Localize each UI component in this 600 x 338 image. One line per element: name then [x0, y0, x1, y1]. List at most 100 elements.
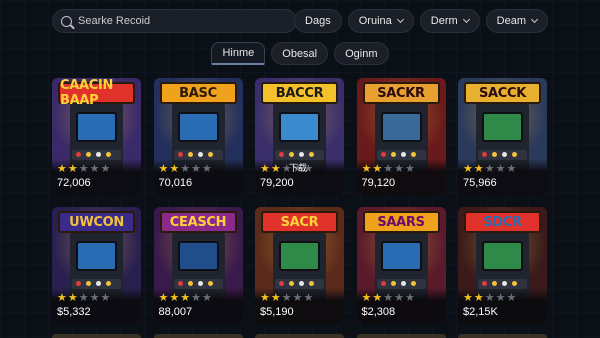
arcade-button-icon	[299, 281, 304, 286]
arcade-button-icon	[177, 152, 183, 157]
arcade-button-icon	[482, 281, 487, 286]
tab-label: Hinme	[222, 47, 255, 59]
cabinet-screen	[380, 112, 422, 142]
star-icon: ★	[169, 162, 180, 175]
game-grid: CAACIN BAAP ★ ★ ★ ★ ★ 72,006 BASC ★ ★ ★ ★ ★ 70,016 BAC…	[52, 78, 547, 324]
card-info: ★ ★ ★ ★ ★ $5,190	[255, 288, 344, 324]
game-title-marquee: UWCON	[58, 211, 135, 233]
star-icon: ★	[463, 291, 473, 304]
tab-label: Obesal	[282, 47, 318, 60]
chevron-down-icon	[396, 15, 404, 24]
filter-derm-dropdown[interactable]: Derm	[419, 9, 480, 33]
arcade-button-icon	[76, 152, 81, 157]
arcade-button-icon	[492, 281, 497, 286]
arcade-button-icon	[502, 152, 507, 157]
cabinet-screen	[380, 241, 422, 271]
rating-stars: ★ ★ ★ ★ ★	[57, 163, 136, 174]
arcade-button-icon	[197, 152, 203, 157]
star-icon: ★	[303, 291, 314, 304]
price-label: 75,966	[463, 177, 497, 189]
arcade-button-icon	[410, 281, 416, 286]
star-icon: ★	[180, 162, 191, 175]
star-icon: ★	[191, 291, 201, 304]
filter-oruina-dropdown[interactable]: Oruina	[347, 9, 414, 33]
card-info: ★ ★ ★ ★ ★ $2,308	[356, 288, 446, 324]
filter-label: Dags	[305, 15, 331, 27]
arcade-button-icon	[380, 281, 386, 286]
arcade-button-icon	[86, 281, 91, 286]
star-icon: ★	[405, 162, 415, 175]
star-icon: ★	[260, 291, 270, 304]
star-icon: ★	[100, 162, 111, 175]
star-icon: ★	[260, 162, 270, 175]
card-info: ★ ★ ★ ★ ★ $2,15K	[458, 288, 547, 324]
star-icon: ★	[394, 291, 404, 304]
arcade-button-icon	[96, 152, 101, 157]
arcade-button-icon	[309, 281, 314, 286]
star-icon: ★	[361, 291, 372, 304]
filter-deam-dropdown[interactable]: Deam	[485, 9, 548, 33]
game-card[interactable]: SDCR ★ ★ ★ ★ ★ $2,15K	[458, 207, 547, 324]
game-card[interactable]: SACKR ★ ★ ★ ★ ★ 79,120	[356, 78, 446, 195]
cabinet-screen	[177, 241, 219, 271]
rating-stars: ★ ★ ★ ★ ★	[260, 292, 339, 303]
star-icon: ★	[67, 291, 78, 304]
tab-obesal[interactable]: Obesal	[271, 42, 329, 65]
tab-label: Oginm	[345, 47, 378, 60]
star-icon: ★	[495, 162, 506, 175]
arcade-button-icon	[410, 152, 416, 157]
next-row-peek	[52, 334, 547, 338]
game-card[interactable]: CAACIN BAAP ★ ★ ★ ★ ★ 72,006	[52, 78, 141, 195]
star-icon: ★	[191, 162, 201, 175]
arcade-button-icon	[482, 152, 487, 157]
star-icon: ★	[158, 291, 169, 304]
search-input[interactable]	[78, 15, 278, 27]
arcade-button-icon	[86, 152, 91, 157]
game-card[interactable]: BACCR ★ ★ ★ ★ ★ 下载 79,200	[255, 78, 344, 195]
star-icon: ★	[473, 162, 484, 175]
rating-stars: ★ ★ ★ ★ ★	[159, 163, 238, 174]
price-label: $5,190	[260, 306, 294, 318]
arcade-button-icon	[380, 152, 386, 157]
tab-hinme[interactable]: Hinme	[211, 42, 266, 65]
star-icon: ★	[292, 291, 303, 304]
game-card[interactable]: SAARS ★ ★ ★ ★ ★ $2,308	[356, 207, 446, 324]
cabinet-screen	[279, 241, 320, 271]
star-icon: ★	[281, 291, 292, 304]
star-icon: ★	[473, 291, 484, 304]
game-card[interactable]: BASC ★ ★ ★ ★ ★ 70,016	[153, 78, 243, 195]
game-title-marquee: SACCK	[464, 82, 541, 104]
star-icon: ★	[57, 291, 67, 304]
rating-stars: ★ ★ ★ ★ ★	[463, 163, 542, 174]
cabinet-screen	[482, 112, 523, 142]
arcade-button-icon	[106, 152, 111, 157]
arcade-button-icon	[207, 281, 213, 286]
game-card[interactable]: SACCK ★ ★ ★ ★ ★ 75,966	[458, 78, 547, 195]
arcade-button-icon	[289, 281, 294, 286]
star-icon: ★	[270, 291, 281, 304]
arcade-button-icon	[390, 152, 396, 157]
game-card[interactable]: CEASCH ★ ★ ★ ★ ★ 88,007	[153, 207, 243, 324]
arcade-button-icon	[512, 281, 517, 286]
game-card[interactable]: UWCON ★ ★ ★ ★ ★ $5,332	[52, 207, 141, 324]
star-icon: ★	[383, 291, 394, 304]
arcade-button-icon	[177, 281, 183, 286]
cabinet-screen	[177, 112, 219, 142]
chevron-down-icon	[530, 15, 539, 24]
price-label: $2,15K	[463, 306, 498, 318]
search-bar[interactable]	[52, 9, 297, 33]
star-icon: ★	[89, 291, 100, 304]
filter-dags-button[interactable]: Dags	[294, 9, 342, 33]
star-icon: ★	[202, 162, 212, 175]
price-label: $5,332	[57, 306, 91, 318]
price-label: $2,308	[361, 306, 396, 318]
arcade-button-icon	[279, 281, 284, 286]
game-title-marquee: CAACIN BAAP	[58, 78, 135, 108]
star-icon: ★	[270, 162, 281, 175]
star-icon: ★	[506, 162, 517, 175]
game-card[interactable]: SACR ★ ★ ★ ★ ★ $5,190	[255, 207, 344, 324]
tab-oginm[interactable]: Oginm	[334, 42, 389, 65]
filter-label: Derm	[430, 15, 458, 27]
arcade-button-icon	[106, 281, 111, 286]
card-info: ★ ★ ★ ★ ★ 72,006	[52, 159, 141, 195]
